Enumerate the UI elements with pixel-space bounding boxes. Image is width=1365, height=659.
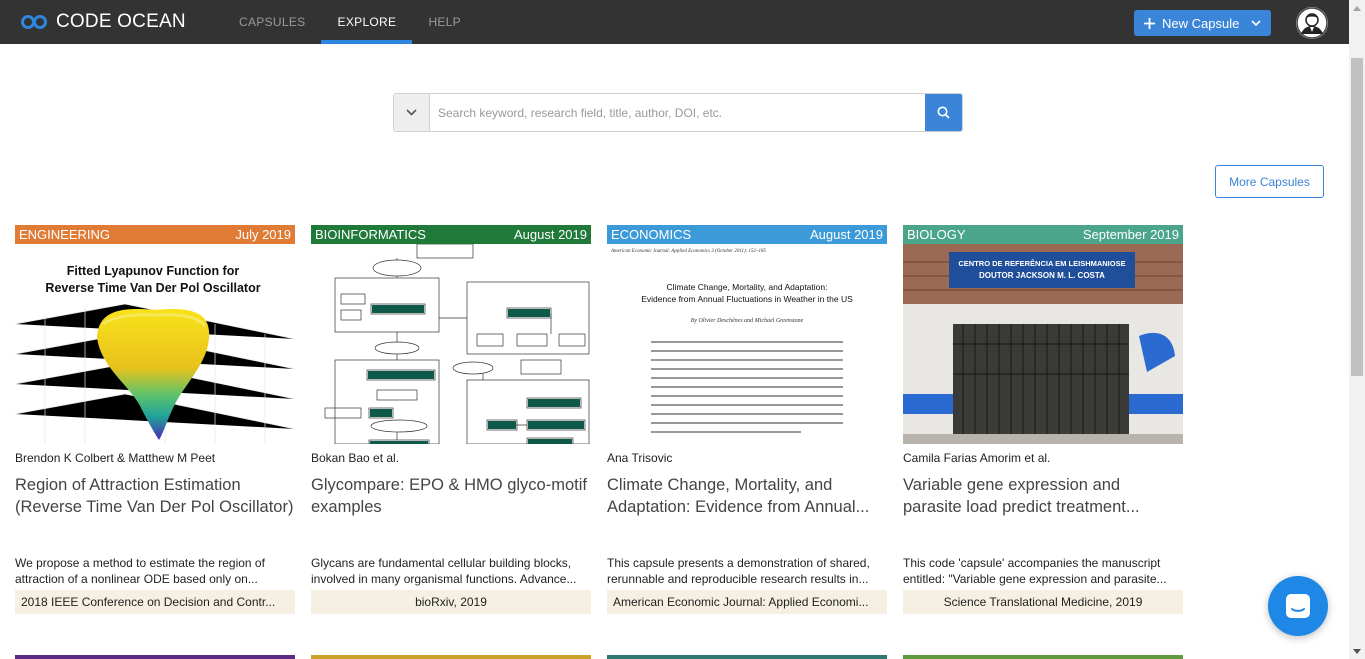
card-category: BIOINFORMATICS bbox=[315, 227, 426, 242]
next-card-header bbox=[903, 655, 1183, 659]
page-scrollbar[interactable] bbox=[1349, 0, 1365, 659]
new-capsule-label: New Capsule bbox=[1162, 15, 1240, 31]
card-publication[interactable]: American Economic Journal: Applied Econo… bbox=[607, 590, 887, 614]
chevron-down-icon bbox=[1251, 19, 1261, 26]
sign-line-1: CENTRO DE REFERÊNCIA EM LEISHMANIOSE bbox=[958, 259, 1125, 268]
card-authors: Brendon K Colbert & Matthew M Peet bbox=[15, 451, 216, 465]
capsule-card[interactable]: ENGINEERING July 2019 Fitted Lyapunov Fu… bbox=[15, 225, 295, 614]
more-capsules-button[interactable]: More Capsules bbox=[1215, 165, 1324, 198]
card-date: September 2019 bbox=[1082, 227, 1179, 242]
code-ocean-logo-icon bbox=[21, 15, 47, 29]
card-authors: Camila Farias Amorim et al. bbox=[903, 451, 1051, 465]
capsule-card[interactable]: BIOLOGY September 2019 CENTRO DE REFERÊN… bbox=[903, 225, 1183, 614]
chat-icon bbox=[1286, 594, 1310, 618]
card-header: ENGINEERING July 2019 bbox=[15, 225, 295, 244]
next-card-header bbox=[607, 655, 887, 659]
card-thumbnail[interactable]: Fitted Lyapunov Function for Reverse Tim… bbox=[15, 244, 295, 444]
card-category: ECONOMICS bbox=[611, 227, 692, 242]
publication-label: Science Translational Medicine, 2019 bbox=[943, 595, 1143, 609]
card-header: ECONOMICS August 2019 bbox=[607, 225, 887, 244]
card-category: BIOLOGY bbox=[907, 227, 966, 242]
paper-authors: By Olivier Deschênes and Michael Greenst… bbox=[691, 318, 804, 324]
card-header: BIOLOGY September 2019 bbox=[903, 225, 1183, 244]
search-filter-dropdown[interactable] bbox=[394, 94, 430, 131]
image-caption-2: Reverse Time Van Der Pol Oscillator bbox=[45, 281, 260, 295]
user-avatar[interactable] bbox=[1296, 7, 1328, 39]
main-nav: CAPSULES EXPLORE HELP bbox=[223, 0, 477, 44]
card-title[interactable]: Region of Attraction Estimation (Reverse… bbox=[15, 474, 295, 518]
card-description: This code 'capsule' accompanies the manu… bbox=[903, 556, 1167, 586]
next-card-header bbox=[311, 655, 591, 659]
card-publication[interactable]: Science Translational Medicine, 2019 bbox=[903, 590, 1183, 614]
scroll-down-arrow-icon[interactable] bbox=[1349, 643, 1365, 659]
card-date: August 2019 bbox=[809, 227, 883, 242]
nav-help[interactable]: HELP bbox=[412, 0, 477, 44]
paper-header: American Economic Journal: Applied Econo… bbox=[610, 249, 767, 254]
card-date: July 2019 bbox=[235, 227, 291, 242]
publication-label: bioRxiv, 2019 bbox=[415, 595, 487, 609]
card-authors: Ana Trisovic bbox=[607, 451, 673, 465]
card-description: This capsule presents a demonstration of… bbox=[607, 556, 870, 586]
card-thumbnail[interactable]: American Economic Journal: Applied Econo… bbox=[607, 244, 887, 444]
card-header: BIOINFORMATICS August 2019 bbox=[311, 225, 591, 244]
next-card-header bbox=[15, 655, 295, 659]
card-publication[interactable]: bioRxiv, 2019 bbox=[311, 590, 591, 614]
plus-icon bbox=[1144, 17, 1155, 29]
scroll-up-arrow-icon[interactable] bbox=[1349, 0, 1365, 16]
chat-launcher-button[interactable] bbox=[1268, 576, 1328, 636]
scrollbar-thumb[interactable] bbox=[1351, 58, 1363, 376]
publication-label: 2018 IEEE Conference on Decision and Con… bbox=[21, 595, 276, 609]
card-authors: Bokan Bao et al. bbox=[311, 451, 400, 465]
card-date: August 2019 bbox=[513, 227, 587, 242]
capsule-card[interactable]: BIOINFORMATICS August 2019 Bokan Bao et … bbox=[311, 225, 591, 614]
card-thumbnail[interactable] bbox=[311, 244, 591, 444]
card-publication[interactable]: 2018 IEEE Conference on Decision and Con… bbox=[15, 590, 295, 614]
card-category: ENGINEERING bbox=[19, 227, 111, 242]
image-caption-1: Fitted Lyapunov Function for bbox=[67, 264, 240, 278]
search-icon bbox=[937, 106, 950, 119]
card-title[interactable]: Climate Change, Mortality, and Adaptatio… bbox=[607, 474, 887, 518]
capsule-card[interactable]: ECONOMICS August 2019 American Economic … bbox=[607, 225, 887, 614]
card-description: We propose a method to estimate the regi… bbox=[15, 556, 265, 586]
top-navbar: CODE OCEAN CAPSULES EXPLORE HELP New Cap… bbox=[0, 0, 1349, 44]
search-input[interactable] bbox=[430, 94, 925, 131]
card-title[interactable]: Variable gene expression and parasite lo… bbox=[903, 474, 1183, 518]
code-ocean-logo[interactable]: CODE OCEAN bbox=[20, 10, 186, 34]
nav-explore[interactable]: EXPLORE bbox=[321, 0, 413, 44]
search-bar bbox=[393, 93, 963, 132]
logo-text: CODE OCEAN bbox=[56, 11, 186, 32]
publication-label: American Economic Journal: Applied Econo… bbox=[613, 595, 869, 609]
paper-title-1: Climate Change, Mortality, and Adaptatio… bbox=[667, 282, 828, 292]
search-button[interactable] bbox=[925, 94, 962, 131]
card-thumbnail[interactable]: CENTRO DE REFERÊNCIA EM LEISHMANIOSE DOU… bbox=[903, 244, 1183, 444]
chevron-down-icon bbox=[406, 109, 417, 116]
card-title[interactable]: Glycompare: EPO & HMO glyco-motif exampl… bbox=[311, 474, 591, 518]
sign-line-2: DOUTOR JACKSON M. L. COSTA bbox=[979, 271, 1105, 280]
new-capsule-button[interactable]: New Capsule bbox=[1134, 10, 1271, 36]
nav-capsules[interactable]: CAPSULES bbox=[223, 0, 321, 44]
card-description: Glycans are fundamental cellular buildin… bbox=[311, 556, 577, 586]
user-avatar-icon bbox=[1296, 7, 1328, 39]
paper-title-2: Evidence from Annual Fluctuations in Wea… bbox=[641, 294, 853, 304]
